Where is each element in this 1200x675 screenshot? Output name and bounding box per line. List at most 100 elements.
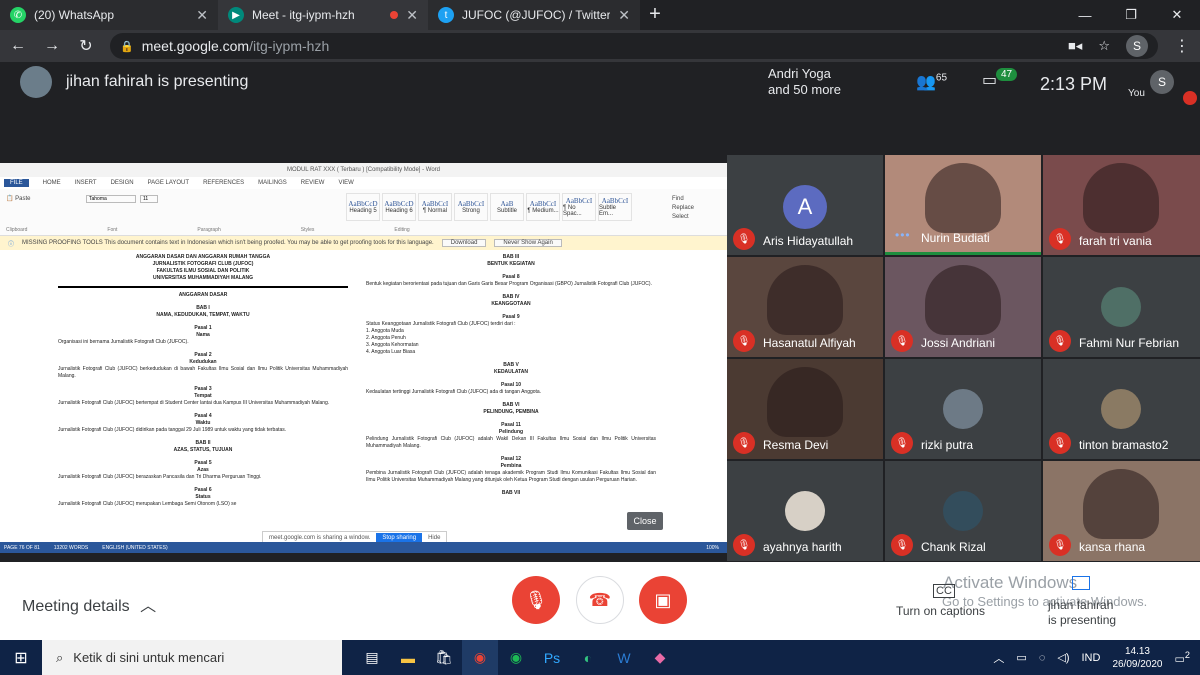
back-icon[interactable]: ←: [8, 37, 28, 55]
meet-clock: 2:13 PM: [1040, 74, 1108, 94]
participant-avatar: [943, 389, 983, 429]
proofing-bar: ⓘ MISSING PROOFING TOOLS This document c…: [0, 236, 727, 250]
participant-name: Hasanatul Alfiyah: [763, 336, 856, 350]
network-icon[interactable]: ◌: [1039, 652, 1046, 664]
reload-icon[interactable]: ↻: [76, 36, 96, 56]
camera-icon[interactable]: ■◂: [1068, 38, 1082, 54]
participant-tile[interactable]: 🎙 ayahnya harith: [727, 461, 883, 561]
participant-tile[interactable]: ••• Nurin Budiati: [885, 155, 1041, 255]
close-tab-icon[interactable]: ✕: [618, 7, 630, 24]
battery-icon[interactable]: ▭: [1016, 651, 1026, 664]
url-input[interactable]: 🔒 meet.google.com/itg-iypm-hzh ■◂ ☆ S: [110, 33, 1158, 59]
doc-heading: Tempat: [194, 393, 212, 399]
store-icon[interactable]: 🛍: [426, 640, 462, 675]
chat-icon: ▭: [982, 72, 998, 89]
word-ribbon-tabs: FILE HOME INSERT DESIGN PAGE LAYOUT REFERENCE…: [0, 177, 727, 189]
presenting-line1: jihan fahirah: [1048, 598, 1114, 612]
participant-tile[interactable]: A 🎙 Aris Hidayatullah: [727, 155, 883, 255]
proofing-message: MISSING PROOFING TOOLS This document con…: [22, 240, 434, 246]
camera-toggle-button[interactable]: ▣: [639, 576, 687, 624]
minimize-icon[interactable]: —: [1062, 0, 1108, 30]
meeting-details-button[interactable]: Meeting details ︿: [22, 592, 156, 616]
tab-twitter[interactable]: t JUFOC (@JUFOC) / Twitter ✕: [428, 0, 640, 30]
app-drop-icon[interactable]: ◆: [642, 640, 678, 675]
mic-off-icon: 🎙: [891, 330, 913, 352]
participant-tile[interactable]: 🎙 Chank Rizal: [885, 461, 1041, 561]
present-icon[interactable]: [1072, 576, 1090, 590]
participant-tile[interactable]: 🎙 kansa rhana: [1043, 461, 1200, 561]
mic-off-icon: 🎙: [733, 432, 755, 454]
presenting-button[interactable]: jihan fahirah is presenting: [1048, 598, 1116, 628]
spotify-icon[interactable]: ◉: [498, 640, 534, 675]
style-item: AaBbCcI ¶ Normal: [418, 193, 452, 221]
participant-tile[interactable]: 🎙 farah tri vania: [1043, 155, 1200, 255]
participant-tile[interactable]: 🎙 Jossi Andriani: [885, 257, 1041, 357]
chrome-icon[interactable]: ◉: [462, 640, 498, 675]
document-page: ANGGARAN DASAR DAN ANGGARAN RUMAH TANGGA…: [0, 250, 727, 539]
people-button[interactable]: 👥65: [916, 72, 947, 92]
participant-tile[interactable]: 🎙 Resma Devi: [727, 359, 883, 459]
maximize-icon[interactable]: ❐: [1108, 0, 1154, 30]
doc-heading: ANGGARAN DASAR: [178, 292, 228, 298]
ribbon-group-label: Paragraph: [197, 227, 221, 233]
bookmark-star-icon[interactable]: ☆: [1098, 38, 1110, 54]
tab-whatsapp[interactable]: ✆ (20) WhatsApp ✕: [0, 0, 218, 30]
windows-start-icon[interactable]: ⊞: [0, 640, 42, 675]
participant-name: Nurin Budiati: [921, 231, 990, 245]
profile-avatar[interactable]: S: [1126, 35, 1148, 57]
forward-icon[interactable]: →: [42, 37, 62, 55]
edge-icon[interactable]: ◐: [570, 640, 606, 675]
people-icon: 👥: [916, 74, 936, 91]
doc-heading: Pasal 5: [194, 460, 212, 466]
word-icon[interactable]: W: [606, 640, 642, 675]
close-tab-icon[interactable]: ✕: [196, 7, 208, 24]
notification-icon[interactable]: ▭2: [1175, 650, 1191, 666]
window-controls: — ❐ ✕: [1062, 0, 1200, 30]
doc-paragraph: 3. Anggota Kehormatan: [366, 342, 419, 348]
ribbon-group-label: Styles: [300, 227, 315, 233]
close-tab-icon[interactable]: ✕: [406, 7, 418, 24]
tab-title: JUFOC (@JUFOC) / Twitter: [462, 8, 611, 22]
close-button: Close: [627, 512, 663, 530]
doc-heading: Kedudukan: [189, 359, 217, 365]
taskbar-clock[interactable]: 14.13 26/09/2020: [1112, 645, 1162, 671]
ribbon-tab: REFERENCES: [203, 180, 245, 186]
new-tab-button[interactable]: +: [640, 0, 670, 30]
mic-off-icon: 🎙: [891, 534, 913, 556]
participant-tile[interactable]: 🎙 Fahmi Nur Febrian: [1043, 257, 1200, 357]
chevron-up-icon: ︿: [140, 598, 157, 615]
style-name: ¶ Medium...: [527, 208, 559, 214]
file-explorer-icon[interactable]: ▬: [390, 640, 426, 675]
doc-paragraph: Bentuk kegiatan berorientasi pada tujuan…: [366, 281, 652, 287]
chat-button[interactable]: ▭: [982, 70, 997, 90]
language-indicator[interactable]: IND: [1081, 652, 1100, 664]
photoshop-icon[interactable]: Ps: [534, 640, 570, 675]
word-title: MODUL RAT XXX ( Terbaru ) [Compatibility…: [286, 167, 441, 173]
taskbar-search[interactable]: ⌕ Ketik di sini untuk mencari: [42, 640, 342, 675]
doc-heading: Pasal 9: [502, 314, 520, 320]
clock-date: 26/09/2020: [1112, 658, 1163, 670]
word-ribbon: 📋 Paste Tahoma 11 AaBbCcD Heading 5 AaBbCc…: [0, 189, 727, 236]
mic-toggle-button[interactable]: 🎙: [512, 576, 560, 624]
tab-meet[interactable]: ▶ Meet - itg-iypm-hzh ✕: [218, 0, 428, 30]
volume-icon[interactable]: ◁): [1057, 651, 1069, 664]
participant-tile[interactable]: 🎙 rizki putra: [885, 359, 1041, 459]
captions-icon[interactable]: CC: [933, 584, 955, 598]
leave-call-button[interactable]: ☎: [576, 576, 624, 624]
style-item: AaBbCcI Subtle Em...: [598, 193, 632, 221]
style-name: Heading 6: [385, 208, 413, 214]
style-preview: AaBbCcD: [348, 200, 378, 208]
chevron-up-tray-icon[interactable]: ︿: [993, 650, 1004, 666]
doc-heading: Pasal 12: [500, 456, 522, 462]
task-view-icon[interactable]: ▤: [354, 640, 390, 675]
ribbon-group-labels: Clipboard Font Paragraph Styles Editing: [6, 227, 410, 233]
meet-control-bar: Meeting details ︿ 🎙 ☎ ▣ Activate Windows…: [0, 562, 1200, 640]
tab-title: Meet - itg-iypm-hzh: [252, 8, 355, 22]
menu-icon[interactable]: ⋮: [1172, 36, 1192, 56]
captions-button[interactable]: Turn on captions: [896, 604, 985, 618]
speaking-indicator-icon: •••: [895, 228, 911, 242]
participant-tile[interactable]: 🎙 Hasanatul Alfiyah: [727, 257, 883, 357]
close-window-icon[interactable]: ✕: [1154, 0, 1200, 30]
doc-heading: AZAS, STATUS, TUJUAN: [173, 447, 233, 453]
participant-tile[interactable]: 🎙 tinton bramasto2: [1043, 359, 1200, 459]
